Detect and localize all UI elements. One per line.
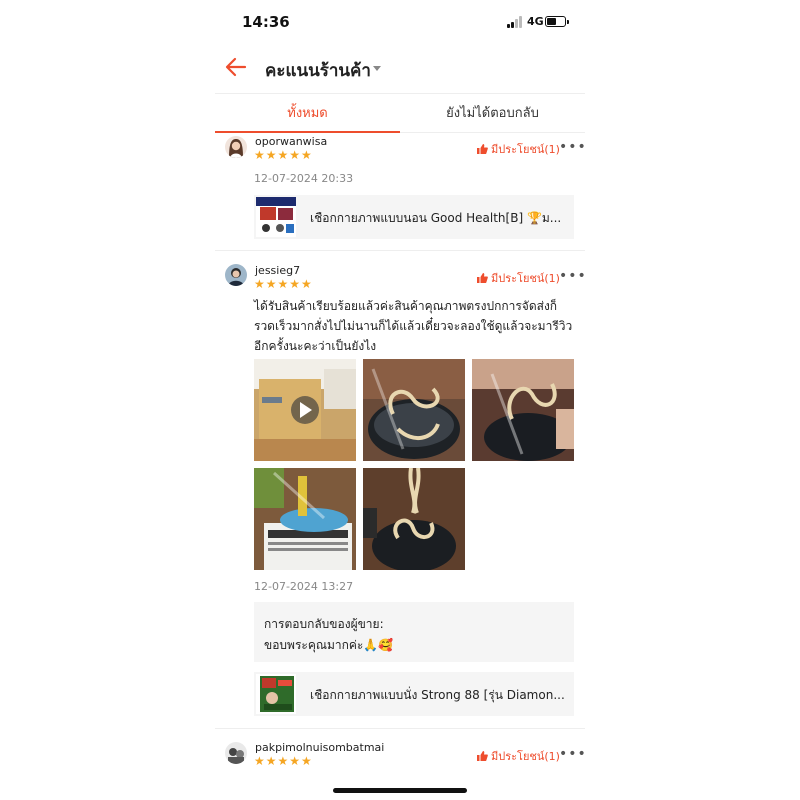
status-time: 14:36 (242, 13, 290, 31)
seller-reply-label: การตอบกลับของผู้ขาย: (264, 617, 384, 631)
review-photo[interactable] (472, 359, 574, 461)
helpful-count: มีประโยชน์(1) (491, 750, 560, 763)
page-title[interactable]: คะแนนร้านค้า (265, 57, 371, 84)
helpful-count: มีประโยชน์(1) (491, 143, 560, 156)
status-bar: 14:36 4G (215, 0, 585, 44)
page-header: คะแนนร้านค้า (215, 44, 585, 92)
product-thumbnail (256, 197, 296, 237)
review-item: jessieg7 ★★★★★ มีประโยชน์(1) ••• ได้รับส… (215, 262, 585, 728)
review-username: jessieg7 (255, 264, 301, 277)
product-name: เชือกกายภาพแบบนั่ง Strong 88 [รุ่น Diamo… (310, 688, 565, 702)
divider (215, 250, 585, 251)
review-username: pakpimolnuisombatmai (255, 741, 385, 754)
tab-all[interactable]: ทั้งหมด (215, 94, 400, 133)
review-date: 12-07-2024 13:27 (254, 580, 354, 593)
thumbs-up-icon (477, 144, 488, 154)
home-indicator[interactable] (333, 788, 467, 793)
review-tabs: ทั้งหมด ยังไม่ได้ตอบกลับ (215, 93, 585, 133)
comment-line: ได้รับสินค้าเรียบร้อยแล้วค่ะสินค้าคุณภาพ… (254, 299, 558, 313)
product-name: เชือกกายภาพแบบนอน Good Health[B] 🏆ม... (310, 211, 562, 225)
divider (215, 728, 585, 729)
cellular-signal-icon (507, 16, 523, 28)
arrow-left-icon[interactable] (223, 54, 249, 80)
avatar[interactable] (225, 742, 247, 764)
comment-line: รวดเร็วมากสั่งไปไม่นานก็ได้แล้วเดี๋ยวจะล… (254, 319, 573, 333)
review-date: 12-07-2024 20:33 (254, 172, 354, 185)
phone-screen: 14:36 4G คะแนนร้านค้า ทั้งหมด ยังไม่ได้ต… (215, 0, 585, 800)
helpful-count: มีประโยชน์(1) (491, 272, 560, 285)
seller-reply: การตอบกลับของผู้ขาย: ขอบพระคุณมากค่ะ🙏🥰 (254, 602, 574, 662)
review-video[interactable] (254, 359, 356, 461)
caret-down-icon[interactable] (373, 66, 381, 71)
review-item: oporwanwisa ★★★★★ มีประโยชน์(1) ••• 12-0… (215, 132, 585, 250)
review-username: oporwanwisa (255, 135, 328, 148)
avatar[interactable] (225, 136, 247, 158)
review-photo[interactable] (363, 359, 465, 461)
helpful-button[interactable]: มีประโยชน์(1) (477, 269, 560, 287)
review-comment: ได้รับสินค้าเรียบร้อยแล้วค่ะสินค้าคุณภาพ… (254, 296, 576, 356)
star-rating: ★★★★★ (254, 148, 313, 162)
more-options-icon[interactable]: ••• (559, 269, 585, 283)
network-type: 4G (527, 15, 544, 28)
product-card[interactable]: เชือกกายภาพแบบนั่ง Strong 88 [รุ่น Diamo… (254, 672, 574, 716)
product-thumbnail (256, 674, 296, 714)
review-item: pakpimolnuisombatmai ★★★★★ มีประโยชน์(1)… (215, 740, 585, 780)
star-rating: ★★★★★ (254, 277, 313, 291)
product-card[interactable]: เชือกกายภาพแบบนอน Good Health[B] 🏆ม... (254, 195, 574, 239)
star-rating: ★★★★★ (254, 754, 313, 768)
tab-not-replied[interactable]: ยังไม่ได้ตอบกลับ (400, 94, 585, 132)
avatar[interactable] (225, 264, 247, 286)
battery-icon (545, 16, 569, 27)
comment-line: อีกครั้งนะคะว่าเป็นยังไง (254, 339, 377, 353)
thumbs-up-icon (477, 751, 488, 761)
review-photo[interactable] (363, 468, 465, 570)
helpful-button[interactable]: มีประโยชน์(1) (477, 747, 560, 765)
thumbs-up-icon (477, 273, 488, 283)
more-options-icon[interactable]: ••• (559, 140, 585, 154)
seller-reply-text: ขอบพระคุณมากค่ะ🙏🥰 (264, 638, 394, 652)
review-photo[interactable] (254, 468, 356, 570)
more-options-icon[interactable]: ••• (559, 747, 585, 761)
helpful-button[interactable]: มีประโยชน์(1) (477, 140, 560, 158)
